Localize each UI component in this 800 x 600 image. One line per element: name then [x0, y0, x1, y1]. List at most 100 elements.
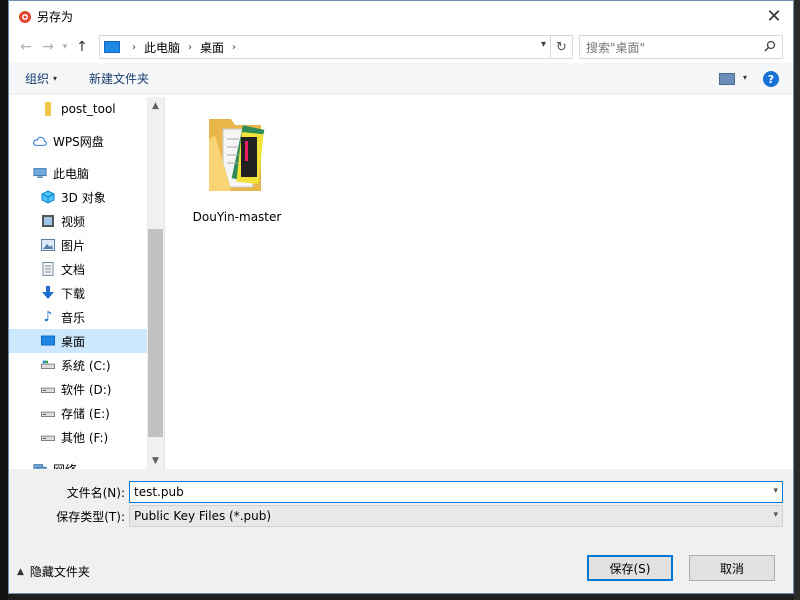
sidebar-item-wps-cloud[interactable]: WPS网盘 — [9, 129, 164, 153]
sidebar-item-desktop[interactable]: 桌面 — [9, 329, 147, 353]
sidebar-item-label: 音乐 — [61, 310, 86, 325]
file-item-douyin-master[interactable]: DouYin-master — [187, 111, 287, 224]
scroll-up-icon[interactable]: ▲ — [147, 97, 164, 114]
command-toolbar: 组织 ▾ 新建文件夹 ▾ ? — [9, 63, 793, 95]
view-options-icon[interactable] — [719, 73, 735, 85]
hide-folders-toggle[interactable]: ▲ 隐藏文件夹 — [17, 563, 90, 580]
search-icon[interactable] — [764, 40, 776, 52]
sidebar-item-label: 文档 — [61, 262, 86, 277]
filetype-row: 保存类型(T): Public Key Files (*.pub) ▾ — [9, 505, 783, 527]
sidebar-item-music[interactable]: ♪ 音乐 — [9, 305, 164, 329]
drive-icon — [41, 358, 55, 372]
address-bar[interactable]: › 此电脑 › 桌面 › ▾ — [99, 35, 551, 59]
sidebar-item-videos[interactable]: 视频 — [9, 209, 164, 233]
network-icon — [33, 462, 47, 469]
filename-value: test.pub — [134, 485, 184, 499]
address-row: ← → ▾ ↑ › 此电脑 › 桌面 › ▾ ↻ 搜索"桌面" — [9, 31, 793, 63]
background-console-left — [0, 0, 8, 600]
filename-row: 文件名(N): test.pub ▾ — [9, 481, 783, 503]
filename-input[interactable]: test.pub ▾ — [129, 481, 783, 503]
window-title: 另存为 — [37, 9, 74, 24]
address-dropdown-icon[interactable]: ▾ — [541, 39, 546, 50]
organize-menu[interactable]: 组织 ▾ — [25, 70, 57, 87]
sidebar-item-post-tool[interactable]: post_tool — [9, 97, 164, 121]
document-icon — [41, 262, 55, 276]
file-list-area[interactable]: DouYin-master — [164, 97, 793, 469]
sidebar-item-label: 其他 (F:) — [61, 430, 109, 445]
chevron-down-icon[interactable]: ▾ — [743, 73, 747, 82]
help-icon[interactable]: ? — [763, 71, 779, 87]
folder-icon — [209, 119, 265, 191]
close-icon[interactable]: ✕ — [763, 5, 785, 27]
breadcrumb-desktop[interactable]: 桌面 — [200, 39, 224, 56]
sidebar-item-documents[interactable]: 文档 — [9, 257, 164, 281]
nav-scrollbar[interactable]: ▲ ▼ — [147, 97, 164, 469]
save-as-dialog: 另存为 ✕ ← → ▾ ↑ › 此电脑 › 桌面 › ▾ ↻ 搜索"桌面" 组织 — [8, 0, 794, 594]
sidebar-item-downloads[interactable]: 下载 — [9, 281, 164, 305]
sidebar-item-3d-objects[interactable]: 3D 对象 — [9, 185, 164, 209]
chevron-up-icon: ▲ — [17, 566, 24, 577]
picture-icon — [41, 238, 55, 252]
sidebar-item-drive-e[interactable]: 存储 (E:) — [9, 401, 164, 425]
filetype-label: 保存类型(T): — [56, 509, 125, 524]
new-folder-button[interactable]: 新建文件夹 — [89, 70, 149, 87]
chevron-down-icon[interactable]: ▾ — [773, 486, 778, 496]
sidebar-item-drive-f[interactable]: 其他 (F:) — [9, 425, 164, 449]
scroll-down-icon[interactable]: ▼ — [147, 452, 164, 469]
sidebar-item-label: post_tool — [61, 102, 116, 116]
organize-label: 组织 — [25, 72, 50, 86]
sidebar-item-label: WPS网盘 — [53, 134, 104, 149]
sidebar-item-drive-d[interactable]: 软件 (D:) — [9, 377, 164, 401]
breadcrumb-separator-icon[interactable]: › — [188, 42, 192, 53]
main-area: post_tool WPS网盘 此电脑 3D 对象 视频 图片 文档 下载 ♪ … — [9, 97, 793, 469]
sidebar-item-this-pc[interactable]: 此电脑 — [9, 161, 164, 185]
drive-icon — [41, 382, 55, 396]
hide-folders-label: 隐藏文件夹 — [29, 565, 90, 579]
breadcrumb-this-pc[interactable]: 此电脑 — [144, 39, 180, 56]
cloud-icon — [33, 134, 47, 148]
music-icon: ♪ — [43, 309, 53, 325]
cube-3d-icon — [41, 190, 55, 204]
breadcrumb-separator-icon[interactable]: › — [232, 42, 236, 53]
computer-icon — [33, 166, 47, 180]
folder-icon — [41, 102, 55, 116]
sidebar-item-pictures[interactable]: 图片 — [9, 233, 164, 257]
drive-icon — [41, 406, 55, 420]
filetype-select[interactable]: Public Key Files (*.pub) ▾ — [129, 505, 783, 527]
scrollbar-thumb[interactable] — [148, 229, 163, 437]
chevron-down-icon[interactable]: ▾ — [773, 510, 778, 520]
cancel-button[interactable]: 取消 — [689, 555, 775, 581]
search-placeholder: 搜索"桌面" — [586, 40, 646, 55]
new-folder-label: 新建文件夹 — [89, 72, 150, 86]
save-form-panel: 文件名(N): test.pub ▾ 保存类型(T): Public Key F… — [9, 469, 793, 593]
sidebar-item-network[interactable]: 网络 — [9, 457, 164, 469]
app-icon — [19, 11, 31, 23]
sidebar-item-label: 图片 — [61, 238, 86, 253]
search-input[interactable]: 搜索"桌面" — [579, 35, 783, 59]
forward-arrow-icon[interactable]: → — [37, 36, 59, 58]
sidebar-item-label: 网络 — [53, 461, 77, 470]
sidebar-item-label: 系统 (C:) — [61, 358, 111, 373]
navigation-pane: post_tool WPS网盘 此电脑 3D 对象 视频 图片 文档 下载 ♪ … — [9, 97, 164, 469]
computer-icon — [104, 41, 120, 53]
sidebar-item-label: 桌面 — [61, 334, 86, 349]
back-arrow-icon[interactable]: ← — [15, 36, 37, 58]
sidebar-item-drive-c[interactable]: 系统 (C:) — [9, 353, 164, 377]
sidebar-item-label: 3D 对象 — [61, 190, 106, 205]
filename-label: 文件名(N): — [66, 485, 125, 500]
save-button[interactable]: 保存(S) — [587, 555, 673, 581]
title-bar: 另存为 ✕ — [9, 1, 793, 31]
desktop-icon — [41, 334, 55, 348]
sidebar-item-label: 存储 (E:) — [61, 406, 110, 421]
sidebar-item-label: 下载 — [61, 286, 86, 301]
recent-locations-chevron-icon[interactable]: ▾ — [59, 36, 71, 58]
sidebar-item-label: 视频 — [61, 214, 86, 229]
breadcrumb-separator-icon[interactable]: › — [132, 42, 136, 53]
filetype-value: Public Key Files (*.pub) — [134, 509, 272, 523]
background-console-right — [794, 0, 800, 600]
up-arrow-icon[interactable]: ↑ — [71, 36, 93, 58]
sidebar-item-label: 软件 (D:) — [61, 382, 112, 397]
refresh-icon[interactable]: ↻ — [551, 35, 573, 59]
file-name: DouYin-master — [192, 210, 282, 224]
drive-icon — [41, 430, 55, 444]
